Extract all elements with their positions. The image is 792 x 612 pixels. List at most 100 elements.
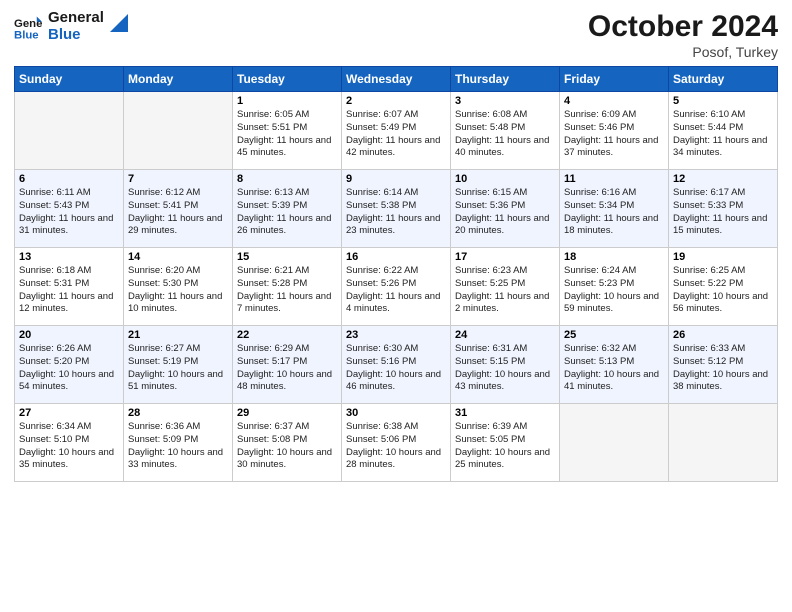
day-number: 5 <box>673 95 773 107</box>
day-number: 6 <box>19 173 119 185</box>
title-block: October 2024 Posof, Turkey <box>588 10 778 60</box>
day-number: 15 <box>237 251 337 263</box>
day-number: 14 <box>128 251 228 263</box>
day-number: 27 <box>19 407 119 419</box>
day-info: Sunrise: 6:14 AMSunset: 5:38 PMDaylight:… <box>346 187 446 238</box>
calendar-cell: 12Sunrise: 6:17 AMSunset: 5:33 PMDayligh… <box>669 170 778 248</box>
day-number: 25 <box>564 329 664 341</box>
day-info: Sunrise: 6:12 AMSunset: 5:41 PMDaylight:… <box>128 187 228 238</box>
calendar-cell: 8 Sunrise: 6:13 AMSunset: 5:39 PMDaylight… <box>233 170 342 248</box>
calendar-cell: 10 Sunrise: 6:15 AMSunset: 5:36 PMDayligh… <box>451 170 560 248</box>
day-info: Sunrise: 6:32 AMSunset: 5:13 PMDaylight:… <box>564 343 664 394</box>
day-info: Sunrise: 6:20 AMSunset: 5:30 PMDaylight:… <box>128 265 228 316</box>
weekday-header-sunday: Sunday <box>15 67 124 92</box>
weekday-header-thursday: Thursday <box>451 67 560 92</box>
day-info: Sunrise: 6:08 AMSunset: 5:48 PMDaylight:… <box>455 109 555 160</box>
calendar-cell: 20 Sunrise: 6:26 AMSunset: 5:20 PMDayligh… <box>15 326 124 404</box>
day-info: Sunrise: 6:05 AMSunset: 5:51 PMDaylight:… <box>237 109 337 160</box>
day-info: Sunrise: 6:25 AMSunset: 5:22 PMDaylight:… <box>673 265 773 316</box>
day-info: Sunrise: 6:13 AMSunset: 5:39 PMDaylight:… <box>237 187 337 238</box>
calendar-cell: 21 Sunrise: 6:27 AMSunset: 5:19 PMDayligh… <box>124 326 233 404</box>
calendar-cell: 24 Sunrise: 6:31 AMSunset: 5:15 PMDayligh… <box>451 326 560 404</box>
week-row-1: 1 Sunrise: 6:05 AMSunset: 5:51 PMDaylight… <box>15 92 778 170</box>
day-info: Sunrise: 6:15 AMSunset: 5:36 PMDaylight:… <box>455 187 555 238</box>
day-info: Sunrise: 6:38 AMSunset: 5:06 PMDaylight:… <box>346 421 446 472</box>
day-number: 8 <box>237 173 337 185</box>
calendar-cell: 2Sunrise: 6:07 AMSunset: 5:49 PMDaylight… <box>342 92 451 170</box>
calendar-cell: 22 Sunrise: 6:29 AMSunset: 5:17 PMDayligh… <box>233 326 342 404</box>
calendar-cell: 13 Sunrise: 6:18 AMSunset: 5:31 PMDayligh… <box>15 248 124 326</box>
day-number: 31 <box>455 407 555 419</box>
calendar-cell <box>560 404 669 482</box>
day-info: Sunrise: 6:36 AMSunset: 5:09 PMDaylight:… <box>128 421 228 472</box>
day-number: 16 <box>346 251 446 263</box>
svg-text:Blue: Blue <box>14 29 39 41</box>
day-info: Sunrise: 6:37 AMSunset: 5:08 PMDaylight:… <box>237 421 337 472</box>
calendar-cell: 1 Sunrise: 6:05 AMSunset: 5:51 PMDaylight… <box>233 92 342 170</box>
calendar-cell: 4Sunrise: 6:09 AMSunset: 5:46 PMDaylight… <box>560 92 669 170</box>
logo-general: General <box>48 10 104 27</box>
weekday-header-saturday: Saturday <box>669 67 778 92</box>
logo: General Blue General Blue <box>14 10 128 43</box>
day-number: 22 <box>237 329 337 341</box>
day-number: 24 <box>455 329 555 341</box>
day-number: 26 <box>673 329 773 341</box>
day-info: Sunrise: 6:27 AMSunset: 5:19 PMDaylight:… <box>128 343 228 394</box>
header: General Blue General Blue October 2024 P… <box>14 10 778 60</box>
day-number: 13 <box>19 251 119 263</box>
day-number: 20 <box>19 329 119 341</box>
calendar-cell: 5Sunrise: 6:10 AMSunset: 5:44 PMDaylight… <box>669 92 778 170</box>
day-info: Sunrise: 6:29 AMSunset: 5:17 PMDaylight:… <box>237 343 337 394</box>
weekday-header-tuesday: Tuesday <box>233 67 342 92</box>
calendar-cell: 18Sunrise: 6:24 AMSunset: 5:23 PMDayligh… <box>560 248 669 326</box>
day-number: 30 <box>346 407 446 419</box>
day-number: 21 <box>128 329 228 341</box>
day-info: Sunrise: 6:18 AMSunset: 5:31 PMDaylight:… <box>19 265 119 316</box>
weekday-header-wednesday: Wednesday <box>342 67 451 92</box>
calendar-cell: 16 Sunrise: 6:22 AMSunset: 5:26 PMDayligh… <box>342 248 451 326</box>
calendar-cell: 30 Sunrise: 6:38 AMSunset: 5:06 PMDayligh… <box>342 404 451 482</box>
week-row-3: 13 Sunrise: 6:18 AMSunset: 5:31 PMDayligh… <box>15 248 778 326</box>
calendar-cell: 17 Sunrise: 6:23 AMSunset: 5:25 PMDayligh… <box>451 248 560 326</box>
day-info: Sunrise: 6:26 AMSunset: 5:20 PMDaylight:… <box>19 343 119 394</box>
day-number: 1 <box>237 95 337 107</box>
logo-blue: Blue <box>48 27 104 44</box>
calendar-cell: 14 Sunrise: 6:20 AMSunset: 5:30 PMDayligh… <box>124 248 233 326</box>
day-number: 17 <box>455 251 555 263</box>
day-number: 18 <box>564 251 664 263</box>
calendar-cell: 9 Sunrise: 6:14 AMSunset: 5:38 PMDaylight… <box>342 170 451 248</box>
weekday-header-row: SundayMondayTuesdayWednesdayThursdayFrid… <box>15 67 778 92</box>
day-number: 29 <box>237 407 337 419</box>
logo-icon: General Blue <box>14 13 42 41</box>
day-info: Sunrise: 6:23 AMSunset: 5:25 PMDaylight:… <box>455 265 555 316</box>
day-number: 9 <box>346 173 446 185</box>
day-info: Sunrise: 6:30 AMSunset: 5:16 PMDaylight:… <box>346 343 446 394</box>
calendar-cell <box>15 92 124 170</box>
calendar-cell: 7 Sunrise: 6:12 AMSunset: 5:41 PMDaylight… <box>124 170 233 248</box>
day-info: Sunrise: 6:07 AMSunset: 5:49 PMDaylight:… <box>346 109 446 160</box>
day-number: 28 <box>128 407 228 419</box>
week-row-4: 20 Sunrise: 6:26 AMSunset: 5:20 PMDayligh… <box>15 326 778 404</box>
day-info: Sunrise: 6:31 AMSunset: 5:15 PMDaylight:… <box>455 343 555 394</box>
day-number: 10 <box>455 173 555 185</box>
calendar-cell: 19 Sunrise: 6:25 AMSunset: 5:22 PMDayligh… <box>669 248 778 326</box>
day-number: 3 <box>455 95 555 107</box>
calendar-cell: 25 Sunrise: 6:32 AMSunset: 5:13 PMDayligh… <box>560 326 669 404</box>
day-info: Sunrise: 6:33 AMSunset: 5:12 PMDaylight:… <box>673 343 773 394</box>
day-number: 23 <box>346 329 446 341</box>
day-info: Sunrise: 6:11 AMSunset: 5:43 PMDaylight:… <box>19 187 119 238</box>
calendar-table: SundayMondayTuesdayWednesdayThursdayFrid… <box>14 66 778 482</box>
calendar-cell: 28 Sunrise: 6:36 AMSunset: 5:09 PMDayligh… <box>124 404 233 482</box>
calendar-cell <box>669 404 778 482</box>
day-number: 19 <box>673 251 773 263</box>
calendar-cell: 11Sunrise: 6:16 AMSunset: 5:34 PMDayligh… <box>560 170 669 248</box>
calendar-cell: 27Sunrise: 6:34 AMSunset: 5:10 PMDayligh… <box>15 404 124 482</box>
week-row-5: 27Sunrise: 6:34 AMSunset: 5:10 PMDayligh… <box>15 404 778 482</box>
day-info: Sunrise: 6:22 AMSunset: 5:26 PMDaylight:… <box>346 265 446 316</box>
month-title: October 2024 <box>588 10 778 44</box>
calendar-cell: 23 Sunrise: 6:30 AMSunset: 5:16 PMDayligh… <box>342 326 451 404</box>
logo-triangle <box>110 14 128 32</box>
weekday-header-monday: Monday <box>124 67 233 92</box>
day-info: Sunrise: 6:39 AMSunset: 5:05 PMDaylight:… <box>455 421 555 472</box>
day-number: 7 <box>128 173 228 185</box>
